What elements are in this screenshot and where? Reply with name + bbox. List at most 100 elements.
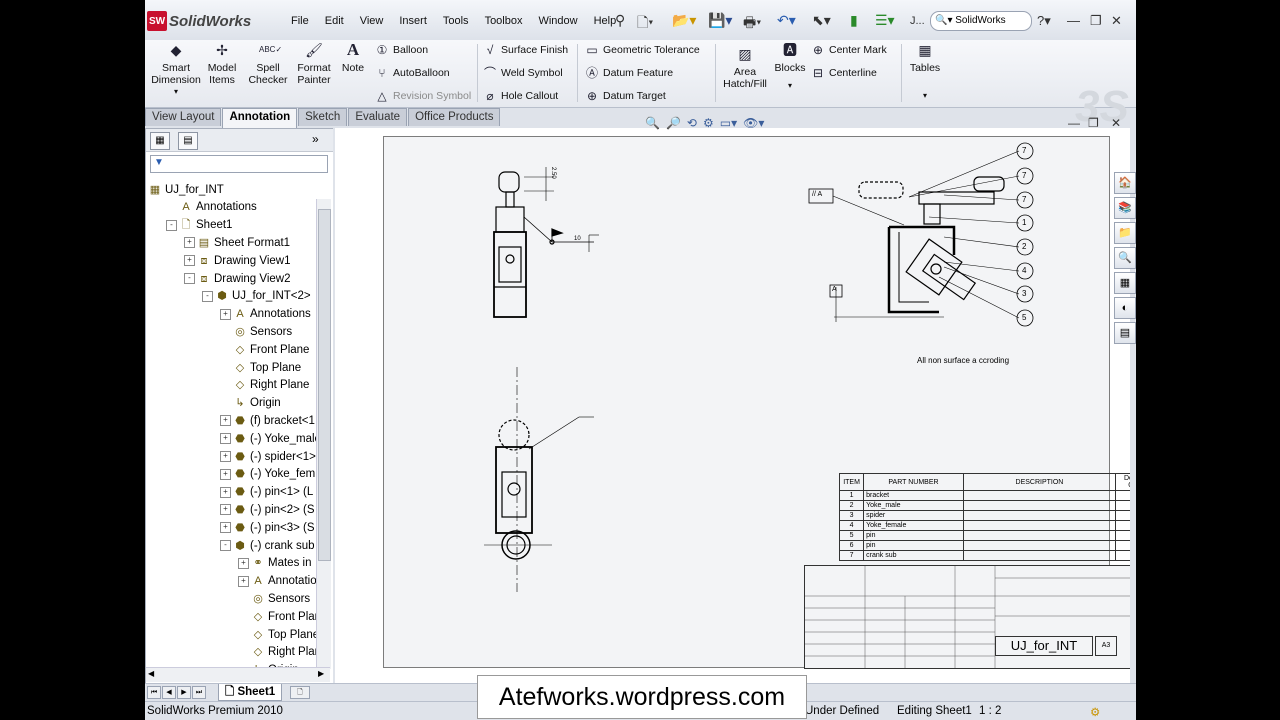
- tree-node[interactable]: + A Annotations: [220, 306, 311, 323]
- tree-node[interactable]: + ▤ Sheet Format1: [184, 234, 290, 251]
- expand-icon[interactable]: +: [184, 255, 195, 267]
- tree-vertical-scrollbar[interactable]: [316, 199, 331, 669]
- bom-row[interactable]: 1bracket1: [838, 490, 1136, 501]
- title-block-drawing-name[interactable]: UJ_for_INT: [995, 636, 1093, 656]
- view-restore-icon[interactable]: ❐: [1088, 116, 1099, 130]
- tree-node[interactable]: ◇ Front Plane: [220, 341, 310, 358]
- restore-icon[interactable]: ❐: [1090, 13, 1102, 29]
- previous-view-icon[interactable]: ⟲: [687, 116, 697, 130]
- bom-row[interactable]: 5pin1: [838, 530, 1136, 541]
- tree-node[interactable]: + ⬣ (-) Yoke_fem: [220, 466, 315, 483]
- user-label[interactable]: J...: [910, 15, 925, 27]
- search-input[interactable]: SolidWorks: [955, 15, 1005, 26]
- property-manager-tab-icon[interactable]: ▤: [178, 132, 198, 150]
- menu-toolbox[interactable]: Toolbox: [477, 15, 531, 27]
- drawing-canvas[interactable]: All non surface a ccroding 2.50 10 A // …: [335, 128, 1136, 683]
- area-hatch-button[interactable]: ▨ Area Hatch/Fill: [721, 47, 769, 90]
- tree-node[interactable]: ◇ Right Plar: [238, 644, 316, 661]
- surface-finish-button[interactable]: √ Surface Finish: [483, 43, 568, 57]
- tables-button[interactable]: ▦ Tables ▾: [907, 43, 943, 102]
- tree-node[interactable]: - ⬢ (-) crank sub: [220, 537, 315, 554]
- datum-target-button[interactable]: ⊕ Datum Target: [585, 89, 666, 103]
- tree-node[interactable]: A Annotations: [166, 199, 256, 216]
- display-style-icon[interactable]: ▭▾: [720, 116, 737, 130]
- hole-callout-button[interactable]: ⌀ Hole Callout: [483, 89, 558, 103]
- open-folder-icon[interactable]: 📂▾: [672, 12, 696, 29]
- expand-icon[interactable]: +: [220, 308, 231, 320]
- expand-icon[interactable]: +: [238, 575, 249, 587]
- close-icon[interactable]: ✕: [1111, 13, 1122, 29]
- collapse-icon[interactable]: -: [184, 273, 195, 284]
- previous-sheet-icon[interactable]: ◀: [162, 686, 176, 699]
- tree-node[interactable]: ◇ Top Plane: [220, 359, 301, 376]
- model-items-button[interactable]: ✢ Model Items: [205, 43, 239, 86]
- datum-feature-button[interactable]: Ⓐ Datum Feature: [585, 66, 673, 80]
- tree-node[interactable]: ▦ UJ_for_INT: [148, 181, 224, 198]
- tab-office-products[interactable]: Office Products: [408, 108, 501, 126]
- menu-tools[interactable]: Tools: [435, 15, 477, 27]
- balloon-number[interactable]: 4: [1022, 266, 1026, 275]
- bom-row[interactable]: 4Yoke_female1: [838, 520, 1136, 531]
- weld-value[interactable]: 10: [574, 236, 581, 242]
- minimize-icon[interactable]: —: [1067, 13, 1080, 28]
- blocks-button[interactable]: 🅰 Blocks ▾: [773, 43, 807, 92]
- tree-node[interactable]: + ⧈ Drawing View1: [184, 252, 291, 269]
- collapse-icon[interactable]: -: [166, 219, 177, 231]
- menu-insert[interactable]: Insert: [391, 15, 435, 27]
- geometric-tolerance-button[interactable]: ▭ Geometric Tolerance: [585, 43, 699, 57]
- save-icon[interactable]: 💾▾: [708, 12, 732, 29]
- tree-node[interactable]: + ⚭ Mates in: [238, 555, 311, 572]
- balloon-number[interactable]: 5: [1022, 313, 1026, 322]
- new-document-icon[interactable]: 🗋▾: [637, 12, 653, 36]
- expand-icon[interactable]: +: [238, 557, 249, 569]
- tab-evaluate[interactable]: Evaluate: [348, 108, 408, 126]
- tree-node[interactable]: + ⬣ (-) Yoke_male: [220, 430, 316, 447]
- bom-row[interactable]: 6pin2: [838, 540, 1136, 551]
- expand-icon[interactable]: +: [220, 486, 231, 498]
- menu-file[interactable]: File: [283, 15, 317, 27]
- view-palette-icon[interactable]: ▦: [1114, 272, 1136, 294]
- revision-symbol-button[interactable]: △ Revision Symbol: [375, 89, 471, 103]
- expand-icon[interactable]: +: [220, 468, 231, 480]
- solidworks-resources-icon[interactable]: 🏠: [1114, 172, 1136, 194]
- last-sheet-icon[interactable]: ⏭: [192, 686, 206, 699]
- feature-tree-tab-icon[interactable]: ▦: [150, 132, 170, 150]
- tree-node[interactable]: ◎ Sensors: [220, 323, 292, 340]
- tree-node[interactable]: ◇ Top Plane: [238, 626, 316, 643]
- rebuild-view-icon[interactable]: ⚙: [703, 116, 714, 130]
- file-properties-icon[interactable]: ☰▾: [875, 12, 895, 29]
- balloon-number[interactable]: 7: [1022, 171, 1026, 180]
- weld-symbol-button[interactable]: ⌒ Weld Symbol: [483, 66, 563, 80]
- bill-of-materials[interactable]: ITEMPART NUMBERDESCRIPTIONDefault/ QTY. …: [838, 473, 1136, 561]
- format-painter-button[interactable]: 🖌 Format Painter: [295, 43, 333, 86]
- tree-node[interactable]: - ⧈ Drawing View2: [184, 270, 291, 287]
- tree-node[interactable]: + ⬣ (-) pin<3> (S: [220, 519, 315, 536]
- tree-horizontal-scrollbar[interactable]: ◀ ▶: [146, 667, 330, 682]
- title-block[interactable]: UJ_for_INT A3: [804, 565, 1136, 669]
- scroll-thumb[interactable]: [318, 209, 331, 561]
- datum-label[interactable]: A: [832, 286, 837, 293]
- balloon-number[interactable]: 1: [1022, 218, 1026, 227]
- note-button[interactable]: A Note: [341, 41, 365, 74]
- balloon-number[interactable]: 7: [1022, 195, 1026, 204]
- smart-dimension-button[interactable]: ◆ Smart Dimension ▾: [151, 43, 201, 98]
- expand-icon[interactable]: +: [220, 415, 231, 427]
- first-sheet-icon[interactable]: ⏮: [147, 686, 161, 699]
- search-results-icon[interactable]: 🔍: [1114, 247, 1136, 269]
- tree-node[interactable]: ◇ Front Plar: [238, 608, 316, 625]
- balloon-button[interactable]: ① Balloon: [375, 43, 428, 57]
- expand-icon[interactable]: +: [220, 504, 231, 516]
- tree-node[interactable]: + ⬣ (-) pin<1> (L: [220, 484, 313, 501]
- pin-icon[interactable]: ⚲: [615, 12, 625, 29]
- bom-row[interactable]: 7crank sub1: [838, 550, 1136, 561]
- search-box[interactable]: 🔍▾ SolidWorks: [930, 11, 1032, 31]
- autoballoon-button[interactable]: ⑂ AutoBalloon: [375, 66, 449, 80]
- rebuild-icon[interactable]: ▮: [850, 12, 858, 29]
- tab-annotation[interactable]: Annotation: [222, 108, 298, 128]
- design-library-icon[interactable]: 📚: [1114, 197, 1136, 219]
- drawing-note[interactable]: All non surface a ccroding: [917, 356, 1009, 365]
- expand-icon[interactable]: +: [220, 522, 231, 534]
- view-minimize-icon[interactable]: —: [1068, 116, 1080, 130]
- tree-node[interactable]: ↳ Origin: [220, 395, 280, 412]
- rebuild-status-icon[interactable]: ⚙: [1090, 705, 1100, 719]
